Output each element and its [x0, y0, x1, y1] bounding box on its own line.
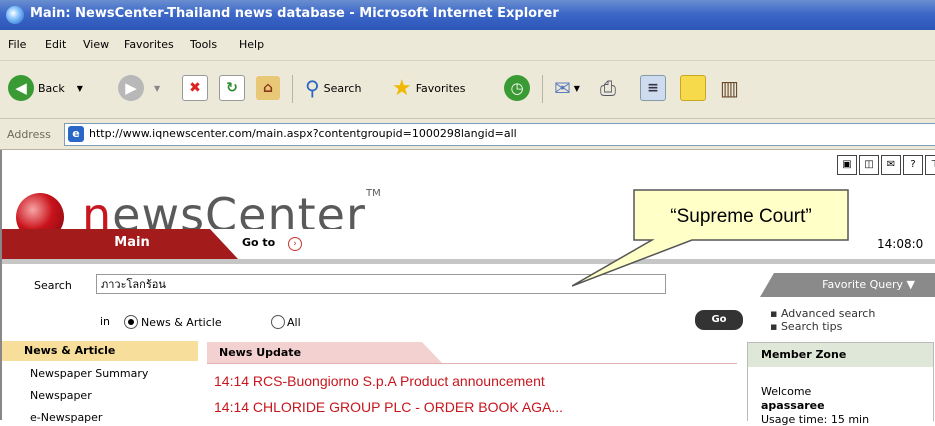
stop-button[interactable]: ✖ — [182, 71, 208, 105]
printer-icon: ⎙ — [600, 76, 616, 100]
edit-button[interactable]: ≡ — [640, 71, 666, 105]
chevron-down-icon: ▼ — [154, 83, 161, 93]
search-tips-label: Search tips — [780, 320, 843, 333]
news-update-header: News Update — [207, 342, 442, 363]
address-url: http://www.iqnewscenter.com/main.aspx?co… — [89, 127, 517, 140]
back-arrow-icon: ◀ — [8, 75, 34, 101]
history-icon: ◷ — [504, 75, 530, 101]
note-icon — [680, 75, 706, 101]
member-zone-header: Member Zone — [748, 343, 933, 367]
menu-help[interactable]: Help — [239, 38, 264, 51]
callout-text: “Supreme Court” — [670, 206, 812, 227]
mail-button[interactable]: ✉ ▼ — [554, 71, 580, 105]
address-label: Address — [7, 128, 51, 141]
news-divider — [207, 363, 737, 364]
favorites-label: Favorites — [415, 81, 466, 95]
back-label: Back — [38, 81, 65, 95]
edit-page-icon: ≡ — [640, 75, 666, 101]
menu-tools[interactable]: Tools — [190, 38, 217, 51]
address-bar: Address e http://www.iqnewscenter.com/ma… — [0, 119, 935, 150]
magnifier-icon: ⚲ — [305, 76, 320, 100]
chevron-down-icon: ▼ — [76, 83, 83, 93]
top-icons: ▣ ◫ ✉ ? ⊤ — [837, 155, 935, 175]
window-icon[interactable]: ◫ — [859, 155, 879, 175]
menu-bar: File Edit View Favorites Tools Help — [0, 30, 935, 61]
callout-annotation: “Supreme Court” — [572, 189, 849, 287]
menu-favorites[interactable]: Favorites — [124, 38, 174, 51]
toolbar-separator — [542, 75, 543, 103]
advanced-search-link[interactable]: ▪ Advanced search — [770, 307, 875, 320]
left-item-e-newspaper[interactable]: e-Newspaper — [30, 411, 102, 424]
goto-arrow-icon[interactable]: › — [288, 237, 302, 251]
refresh-button[interactable]: ↻ — [219, 71, 245, 105]
address-input[interactable]: e http://www.iqnewscenter.com/main.aspx?… — [64, 123, 935, 146]
search-button[interactable]: ⚲ Search — [305, 71, 361, 105]
sitemap-icon[interactable]: ⊤ — [925, 155, 935, 175]
stop-icon: ✖ — [182, 75, 208, 101]
callout-bubble — [572, 189, 849, 287]
chevron-down-icon: ▼ — [573, 83, 580, 93]
welcome-text: Welcome — [761, 385, 812, 398]
tab-main[interactable]: Main — [62, 235, 202, 250]
print-button[interactable]: ⎙ — [600, 71, 616, 105]
history-button[interactable]: ◷ — [504, 71, 530, 105]
title-bar: Main: NewsCenter-Thailand news database … — [0, 0, 935, 30]
window-title: Main: NewsCenter-Thailand news database … — [30, 6, 559, 21]
left-item-newspaper[interactable]: Newspaper — [30, 389, 92, 402]
home-button[interactable]: ⌂ — [256, 71, 280, 105]
email-icon[interactable]: ✉ — [881, 155, 901, 175]
advanced-search-label: Advanced search — [780, 307, 876, 320]
left-panel-header: News & Article — [2, 341, 198, 361]
username: apassaree — [761, 399, 825, 412]
radio-dot — [128, 319, 134, 325]
news-item[interactable]: 14:14 RCS-Buongiorno S.p.A Product annou… — [214, 373, 545, 389]
radio-all-label: All — [287, 316, 301, 329]
left-item-newspaper-summary[interactable]: Newspaper Summary — [30, 367, 148, 380]
help-icon[interactable]: ? — [903, 155, 923, 175]
star-icon: ★ — [392, 75, 412, 101]
back-button[interactable]: ◀ Back ▼ — [8, 71, 83, 105]
toolbar-separator — [292, 75, 293, 103]
home-icon: ⌂ — [256, 76, 280, 100]
menu-file[interactable]: File — [8, 38, 26, 51]
mail-icon: ✉ — [554, 76, 571, 100]
radio-all[interactable] — [271, 315, 285, 329]
trademark: TM — [366, 188, 381, 199]
books-icon: ▥ — [720, 76, 739, 100]
go-button[interactable]: Go — [695, 310, 743, 330]
search-tips-link[interactable]: ▪ Search tips — [770, 320, 842, 333]
radio-news-article[interactable] — [124, 315, 138, 329]
goto-label[interactable]: Go to — [242, 236, 275, 249]
news-item[interactable]: 14:14 CHLORIDE GROUP PLC - ORDER BOOK AG… — [214, 399, 563, 415]
menu-edit[interactable]: Edit — [45, 38, 66, 51]
search-label: Search — [323, 81, 362, 95]
refresh-icon: ↻ — [219, 75, 245, 101]
research-button[interactable]: ▥ — [720, 71, 739, 105]
page-icon: e — [68, 126, 84, 142]
forward-arrow-icon: ▶ — [118, 75, 144, 101]
menu-view[interactable]: View — [83, 38, 109, 51]
search-label: Search — [34, 279, 72, 292]
forward-button[interactable]: ▶ ▼ — [118, 71, 160, 105]
favorites-button[interactable]: ★ Favorites — [392, 71, 465, 105]
in-label: in — [100, 315, 111, 328]
radio-news-article-label: News & Article — [141, 316, 222, 329]
discuss-button[interactable] — [680, 71, 706, 105]
ie-icon — [6, 6, 24, 24]
toolbar: ◀ Back ▼ ▶ ▼ ✖ ↻ ⌂ ⚲ Search ★ Favorites … — [0, 61, 935, 119]
print-page-icon[interactable]: ▣ — [837, 155, 857, 175]
member-zone: Member Zone Welcome apassaree Usage time… — [747, 342, 934, 426]
